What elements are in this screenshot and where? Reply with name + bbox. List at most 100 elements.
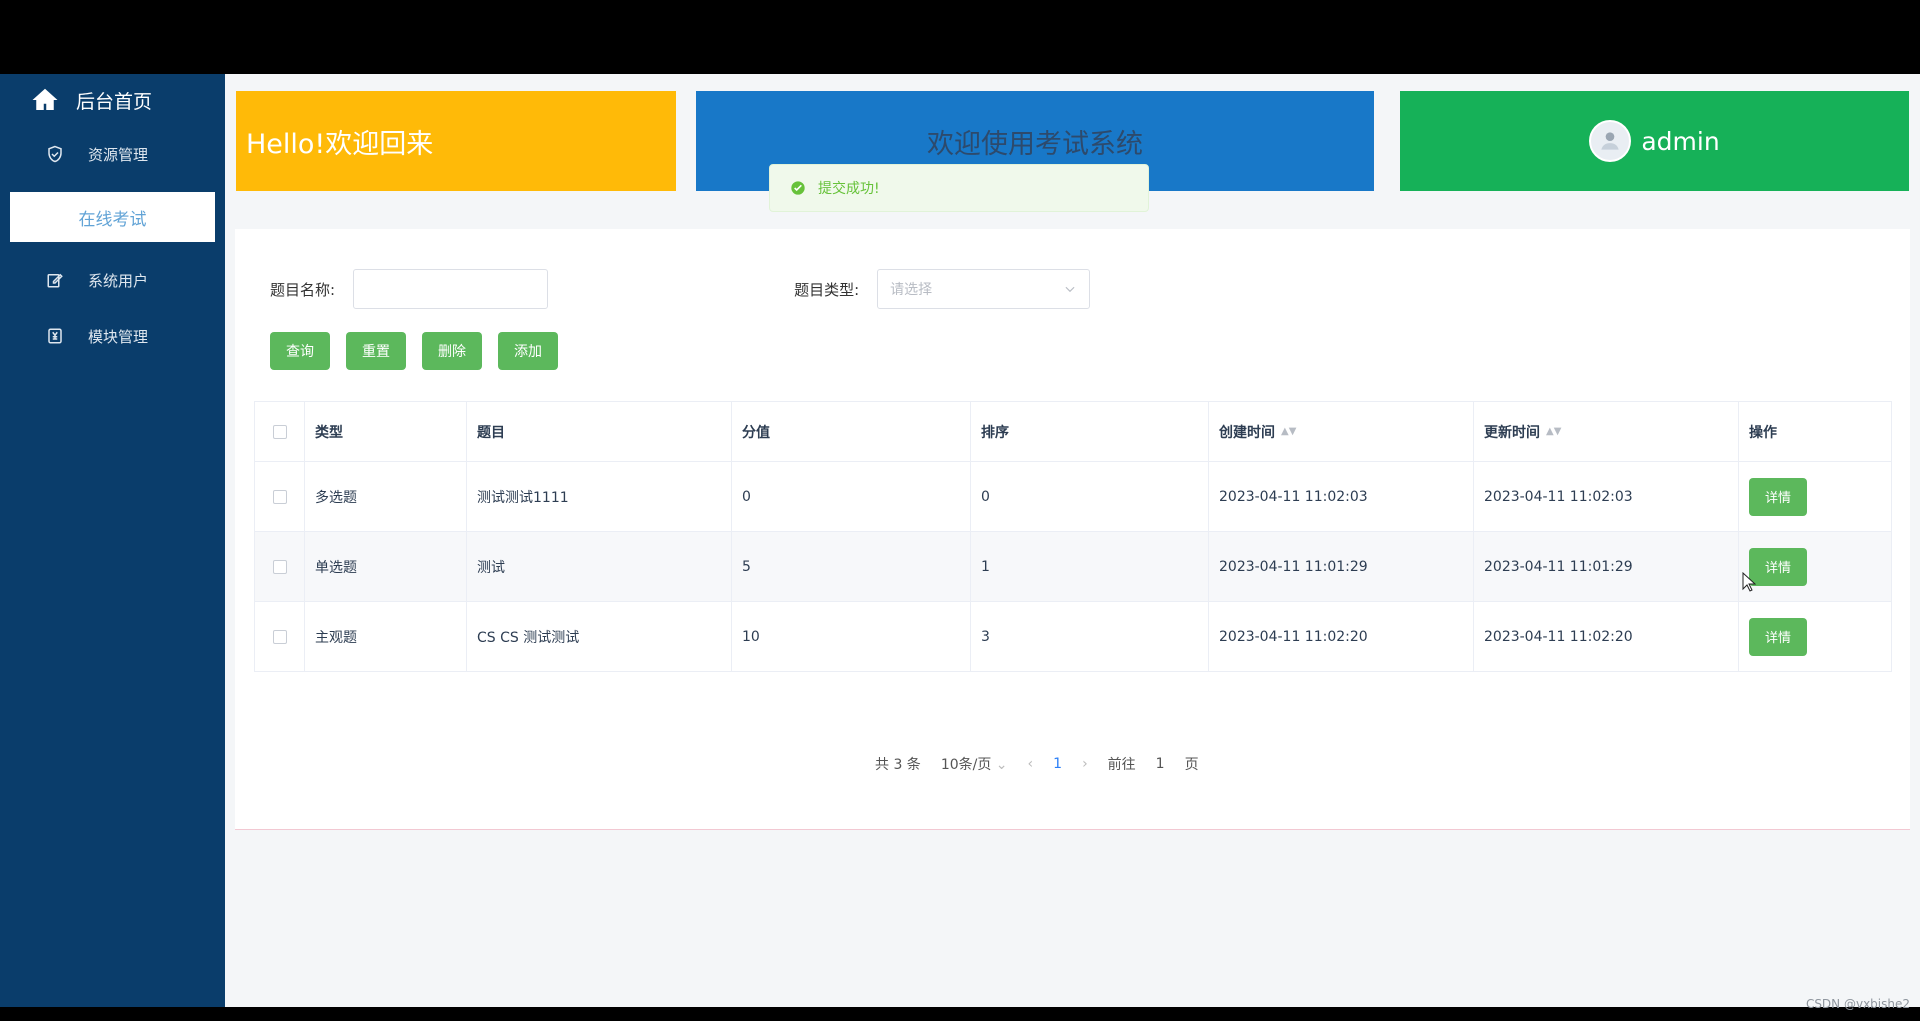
question-type-placeholder: 请选择 [890, 282, 933, 298]
sidebar-home-link[interactable]: 后台首页 [0, 74, 225, 126]
sort-icon[interactable]: ▲▼ [1281, 426, 1296, 437]
cell-question: 测试 [467, 532, 732, 601]
select-all-checkbox[interactable] [272, 424, 287, 439]
edit-icon [47, 273, 63, 288]
toast-message: 提交成功! [818, 181, 880, 197]
cell-order: 0 [971, 462, 1209, 531]
cell-action: 详情 [1739, 532, 1891, 601]
row-checkbox[interactable] [272, 559, 287, 574]
next-page-button[interactable]: › [1082, 756, 1088, 772]
reset-button[interactable]: 重置 [346, 332, 406, 370]
yen-icon [48, 328, 62, 344]
row-select-cell[interactable] [255, 462, 305, 531]
sidebar: 后台首页 资源管理 在线考试 系统用户 模块管理 [0, 74, 225, 1007]
cell-updated: 2023-04-11 11:01:29 [1474, 532, 1739, 601]
success-toast: 提交成功! [769, 164, 1149, 212]
header-created-label: 创建时间 [1219, 424, 1275, 441]
table-row: 单选题 测试 5 1 2023-04-11 11:01:29 2023-04-1… [255, 532, 1891, 602]
page-suffix: 页 [1184, 757, 1199, 773]
cell-question: 测试测试1111 [467, 462, 732, 531]
cell-type: 多选题 [305, 462, 467, 531]
chevron-down-icon [1065, 286, 1075, 293]
system-text: 欢迎使用考试系统 [927, 128, 1143, 160]
detail-button[interactable]: 详情 [1749, 477, 1807, 516]
cell-score: 10 [732, 602, 971, 671]
header-created-time[interactable]: 创建时间 ▲▼ [1209, 402, 1474, 461]
table-row: 多选题 测试测试1111 0 0 2023-04-11 11:02:03 202… [255, 462, 1891, 532]
row-select-cell[interactable] [255, 602, 305, 671]
avatar-icon [1601, 132, 1619, 150]
cell-created: 2023-04-11 11:02:20 [1209, 602, 1474, 671]
page-size-value: 10条/页 [940, 757, 992, 773]
row-checkbox[interactable] [272, 629, 287, 644]
row-checkbox[interactable] [272, 489, 287, 504]
sidebar-item-online-exam[interactable]: 在线考试 [10, 192, 215, 242]
current-page-button[interactable]: 1 [1053, 756, 1062, 772]
user-card[interactable]: admin [1400, 91, 1909, 191]
sort-icon[interactable]: ▲▼ [1546, 426, 1561, 437]
question-name-label: 题目名称: [270, 280, 336, 299]
question-name-input[interactable] [353, 269, 549, 309]
action-buttons: 查询 重置 删除 添加 [270, 332, 574, 370]
welcome-card: Hello!欢迎回来 [236, 91, 676, 191]
header-order: 排序 [971, 402, 1209, 461]
pagination: 共 3 条 10条/页 ⌄ ‹ 1 › 前往 1 页 [875, 754, 1219, 774]
pagination-total: 共 3 条 [875, 757, 921, 773]
goto-label: 前往 [1107, 757, 1136, 773]
cell-question: CS CS 测试测试 [467, 602, 732, 671]
question-table: 类型 题目 分值 排序 创建时间 ▲▼ 更新时间 ▲▼ 操作 多选题 测试测试111… [254, 401, 1892, 672]
top-black-bar [0, 0, 1920, 74]
sidebar-item-resource[interactable]: 资源管理 [0, 126, 225, 182]
filter-row: 题目名称: 题目类型: 请选择 [270, 269, 1091, 309]
sidebar-item-label: 模块管理 [88, 327, 149, 346]
add-button[interactable]: 添加 [498, 332, 558, 370]
cell-type: 单选题 [305, 532, 467, 601]
cell-order: 1 [971, 532, 1209, 601]
cell-score: 5 [732, 532, 971, 601]
sidebar-item-label: 系统用户 [88, 271, 149, 290]
header-type: 类型 [305, 402, 467, 461]
question-type-select[interactable]: 请选择 [877, 269, 1091, 309]
question-panel: 题目名称: 题目类型: 请选择 查询 重置 删除 添加 类型 题目 分值 排序 … [235, 229, 1910, 830]
cell-action: 详情 [1739, 462, 1891, 531]
table-header-row: 类型 题目 分值 排序 创建时间 ▲▼ 更新时间 ▲▼ 操作 [255, 402, 1891, 462]
sidebar-item-system-users[interactable]: 系统用户 [0, 252, 225, 308]
cell-order: 3 [971, 602, 1209, 671]
user-name: admin [1641, 126, 1720, 156]
goto-page-input[interactable]: 1 [1156, 756, 1165, 772]
watermark: CSDN @vxbishe2 [1805, 997, 1910, 1011]
cell-updated: 2023-04-11 11:02:03 [1474, 462, 1739, 531]
delete-button[interactable]: 删除 [422, 332, 482, 370]
cell-created: 2023-04-11 11:02:03 [1209, 462, 1474, 531]
table-row: 主观题 CS CS 测试测试 10 3 2023-04-11 11:02:20 … [255, 602, 1891, 671]
header-actions: 操作 [1749, 424, 1777, 441]
select-all-cell[interactable] [255, 402, 305, 461]
header-score: 分值 [732, 402, 971, 461]
query-button[interactable]: 查询 [270, 332, 330, 370]
avatar[interactable] [1589, 120, 1632, 162]
cell-score: 0 [732, 462, 971, 531]
cell-action: 详情 [1739, 602, 1891, 671]
prev-page-button[interactable]: ‹ [1028, 756, 1034, 772]
detail-button[interactable]: 详情 [1749, 547, 1807, 586]
sidebar-item-module-management[interactable]: 模块管理 [0, 308, 225, 364]
row-select-cell[interactable] [255, 532, 305, 601]
header-question: 题目 [467, 402, 732, 461]
cell-created: 2023-04-11 11:01:29 [1209, 532, 1474, 601]
question-type-label: 题目类型: [794, 280, 860, 299]
header-updated-time[interactable]: 更新时间 ▲▼ [1474, 402, 1739, 461]
header-updated-label: 更新时间 [1484, 424, 1540, 441]
app-window: 后台首页 资源管理 在线考试 系统用户 模块管理 Hello!欢迎回来 欢迎使用… [0, 74, 1920, 1007]
chevron-down-icon: ⌄ [991, 757, 1008, 773]
sidebar-item-label: 资源管理 [88, 145, 149, 164]
cell-updated: 2023-04-11 11:02:20 [1474, 602, 1739, 671]
shield-icon [48, 145, 62, 163]
home-icon [32, 88, 58, 110]
bottom-black-strip [0, 1007, 1920, 1021]
mouse-cursor-icon [1742, 572, 1756, 592]
detail-button[interactable]: 详情 [1749, 617, 1807, 656]
welcome-text: Hello!欢迎回来 [246, 128, 434, 160]
page-size-select[interactable]: 10条/页 ⌄ [941, 754, 1008, 774]
sidebar-home-label: 后台首页 [76, 90, 153, 113]
sidebar-active-wrap: 在线考试 [0, 192, 225, 242]
